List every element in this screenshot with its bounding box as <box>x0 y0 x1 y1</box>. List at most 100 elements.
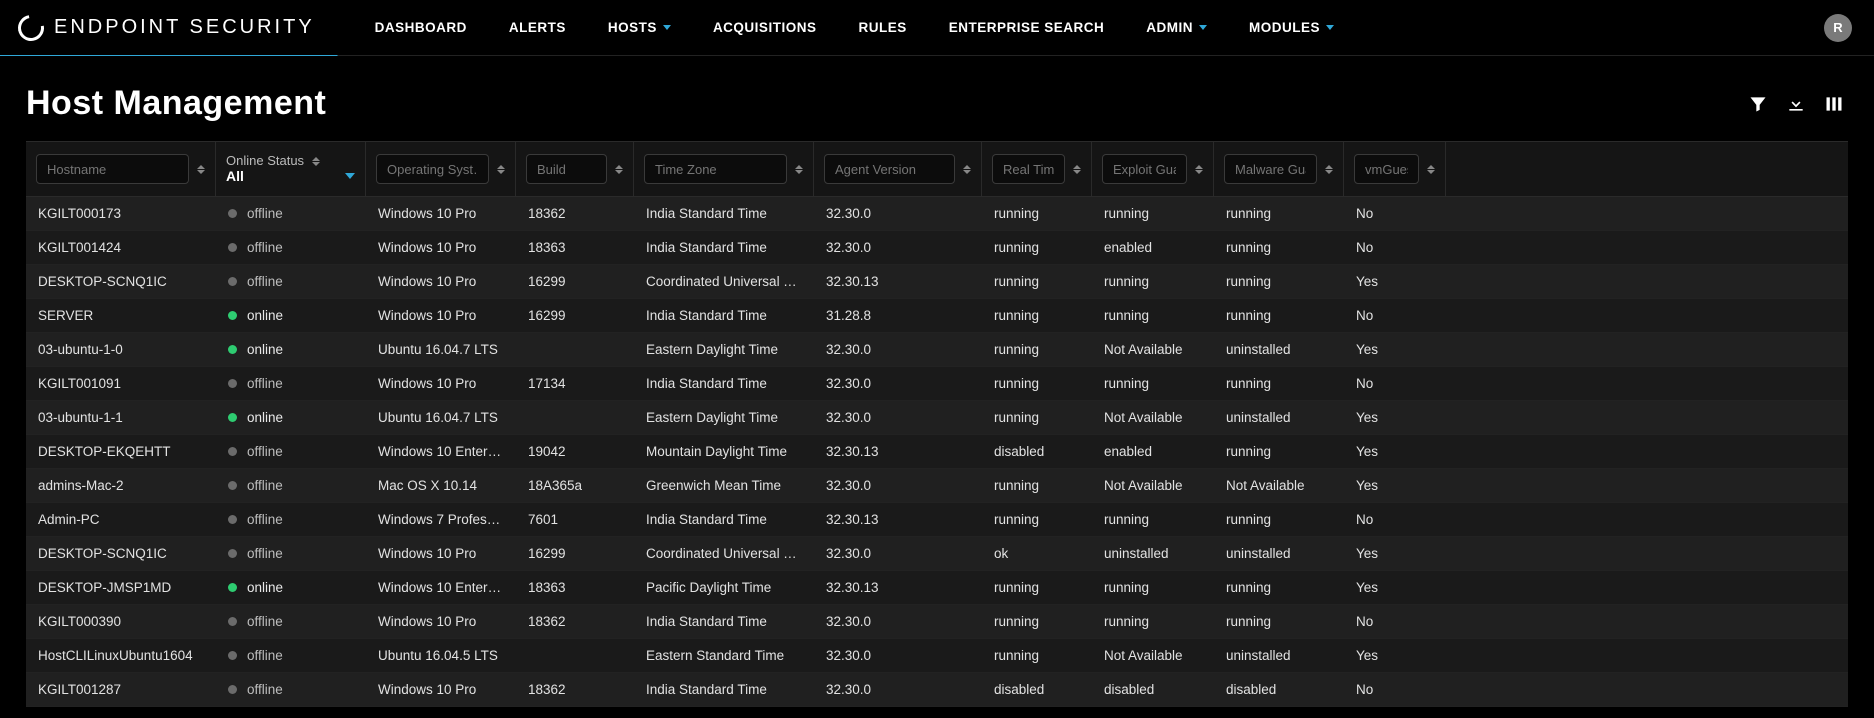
cell-vmguest: No <box>1344 376 1446 391</box>
nav-enterprise-search[interactable]: ENTERPRISE SEARCH <box>949 2 1105 53</box>
timezone-filter-input[interactable] <box>644 154 787 184</box>
status-dot-icon <box>228 379 237 388</box>
cell-timezone: Mountain Daylight Time <box>634 444 814 459</box>
cell-agent-version: 32.30.0 <box>814 240 982 255</box>
cell-realtime: running <box>982 614 1092 629</box>
build-filter-input[interactable] <box>526 154 607 184</box>
col-online-status[interactable]: Online Status All <box>216 142 366 196</box>
col-build <box>516 142 634 196</box>
filter-icon[interactable] <box>1748 94 1768 114</box>
cell-vmguest: Yes <box>1344 546 1446 561</box>
malware-guard-filter-input[interactable] <box>1224 154 1317 184</box>
cell-agent-version: 31.28.8 <box>814 308 982 323</box>
cell-exploit-guard: running <box>1092 614 1214 629</box>
nav-rules[interactable]: RULES <box>858 2 906 53</box>
cell-vmguest: Yes <box>1344 648 1446 663</box>
table-row[interactable]: KGILT001091offlineWindows 10 Pro17134Ind… <box>26 367 1848 401</box>
cell-exploit-guard: running <box>1092 580 1214 595</box>
sort-icon[interactable] <box>963 165 971 174</box>
chevron-down-icon <box>1326 25 1334 30</box>
table-row[interactable]: 03-ubuntu-1-1onlineUbuntu 16.04.7 LTSEas… <box>26 401 1848 435</box>
sort-icon[interactable] <box>197 165 205 174</box>
cell-realtime: running <box>982 478 1092 493</box>
cell-vmguest: Yes <box>1344 410 1446 425</box>
cell-exploit-guard: Not Available <box>1092 478 1214 493</box>
cell-malware-guard: running <box>1214 580 1344 595</box>
cell-os: Mac OS X 10.14 <box>366 478 516 493</box>
download-icon[interactable] <box>1786 94 1806 114</box>
cell-build: 18362 <box>516 206 634 221</box>
nav-dashboard[interactable]: DASHBOARD <box>375 2 467 53</box>
cell-build: 7601 <box>516 512 634 527</box>
cell-exploit-guard: running <box>1092 512 1214 527</box>
cell-timezone: India Standard Time <box>634 376 814 391</box>
status-dot-icon <box>228 447 237 456</box>
cell-hostname: 03-ubuntu-1-1 <box>26 410 216 425</box>
cell-online-status: offline <box>216 478 366 493</box>
cell-agent-version: 32.30.0 <box>814 478 982 493</box>
sort-icon[interactable] <box>1325 165 1333 174</box>
table-row[interactable]: 03-ubuntu-1-0onlineUbuntu 16.04.7 LTSEas… <box>26 333 1848 367</box>
sort-icon[interactable] <box>1073 165 1081 174</box>
table-row[interactable]: KGILT001424offlineWindows 10 Pro18363Ind… <box>26 231 1848 265</box>
cell-build: 16299 <box>516 308 634 323</box>
table-row[interactable]: DESKTOP-EKQEHTTofflineWindows 10 Enterpr… <box>26 435 1848 469</box>
cell-exploit-guard: running <box>1092 376 1214 391</box>
cell-malware-guard: disabled <box>1214 682 1344 697</box>
table-row[interactable]: admins-Mac-2offlineMac OS X 10.1418A365a… <box>26 469 1848 503</box>
cell-realtime: running <box>982 274 1092 289</box>
cell-os: Windows 10 Pro <box>366 274 516 289</box>
sort-icon[interactable] <box>795 165 803 174</box>
table-row[interactable]: DESKTOP-SCNQ1ICofflineWindows 10 Pro1629… <box>26 265 1848 299</box>
cell-build: 17134 <box>516 376 634 391</box>
table-row[interactable]: DESKTOP-SCNQ1ICofflineWindows 10 Pro1629… <box>26 537 1848 571</box>
columns-icon[interactable] <box>1824 94 1844 114</box>
agent-version-filter-input[interactable] <box>824 154 955 184</box>
nav-admin[interactable]: ADMIN <box>1146 2 1207 53</box>
hostname-filter-input[interactable] <box>36 154 189 184</box>
table-row[interactable]: KGILT000173offlineWindows 10 Pro18362Ind… <box>26 197 1848 231</box>
hosts-grid: Online Status All <box>0 141 1874 707</box>
table-row[interactable]: KGILT001287offlineWindows 10 Pro18362Ind… <box>26 673 1848 707</box>
vmguest-filter-input[interactable] <box>1354 154 1419 184</box>
nav-hosts[interactable]: HOSTS <box>608 2 671 53</box>
cell-vmguest: No <box>1344 512 1446 527</box>
cell-timezone: Coordinated Universal Time <box>634 546 814 561</box>
cell-build: 18A365a <box>516 478 634 493</box>
title-actions <box>1748 94 1844 114</box>
cell-timezone: India Standard Time <box>634 614 814 629</box>
sort-icon[interactable] <box>312 157 320 166</box>
sort-icon[interactable] <box>615 165 623 174</box>
nav-alerts[interactable]: ALERTS <box>509 2 566 53</box>
user-avatar[interactable]: R <box>1824 14 1852 42</box>
cell-os: Windows 10 Pro <box>366 240 516 255</box>
page-title: Host Management <box>26 84 326 123</box>
col-spacer <box>1446 142 1848 196</box>
cell-exploit-guard: running <box>1092 308 1214 323</box>
sort-icon[interactable] <box>497 165 505 174</box>
realtime-filter-input[interactable] <box>992 154 1065 184</box>
status-dot-icon <box>228 243 237 252</box>
nav-modules[interactable]: MODULES <box>1249 2 1334 53</box>
cell-online-status: offline <box>216 240 366 255</box>
table-row[interactable]: Admin-PCofflineWindows 7 Professio…7601I… <box>26 503 1848 537</box>
exploit-guard-filter-input[interactable] <box>1102 154 1187 184</box>
chevron-down-icon[interactable] <box>345 173 355 179</box>
sort-icon[interactable] <box>1195 165 1203 174</box>
col-malware-guard <box>1214 142 1344 196</box>
cell-hostname: DESKTOP-JMSP1MD <box>26 580 216 595</box>
table-row[interactable]: DESKTOP-JMSP1MDonlineWindows 10 Enterpri… <box>26 571 1848 605</box>
table-row[interactable]: HostCLILinuxUbuntu1604offlineUbuntu 16.0… <box>26 639 1848 673</box>
cell-exploit-guard: Not Available <box>1092 342 1214 357</box>
os-filter-input[interactable] <box>376 154 489 184</box>
cell-online-status: online <box>216 410 366 425</box>
cell-online-status: offline <box>216 274 366 289</box>
sort-icon[interactable] <box>1427 165 1435 174</box>
nav-acquisitions[interactable]: ACQUISITIONS <box>713 2 817 53</box>
status-dot-icon <box>228 311 237 320</box>
table-row[interactable]: KGILT000390offlineWindows 10 Pro18362Ind… <box>26 605 1848 639</box>
cell-timezone: Eastern Daylight Time <box>634 342 814 357</box>
chevron-down-icon <box>1199 25 1207 30</box>
cell-build: 16299 <box>516 546 634 561</box>
table-row[interactable]: SERVERonlineWindows 10 Pro16299India Sta… <box>26 299 1848 333</box>
